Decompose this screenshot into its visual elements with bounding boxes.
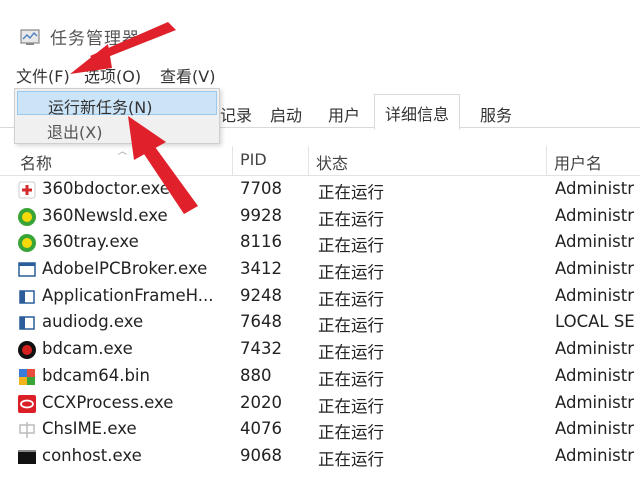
process-status: 正在运行 xyxy=(318,236,384,256)
process-user: Administr xyxy=(555,285,635,305)
360-news-icon xyxy=(18,207,36,226)
process-pid: 7708 xyxy=(240,179,282,198)
process-user: Administr xyxy=(555,339,635,359)
process-status: 正在运行 xyxy=(318,289,384,309)
process-name: ApplicationFrameH... xyxy=(42,285,214,305)
process-pid: 8116 xyxy=(240,232,282,252)
title-bar: 任务管理器 xyxy=(0,0,640,58)
process-name: 360bdoctor.exe xyxy=(42,179,170,198)
process-user: Administr xyxy=(555,232,635,252)
table-row[interactable]: 360Newsld.exe 9928 正在运行 Administr xyxy=(0,203,640,230)
process-name: AdobeIPCBroker.exe xyxy=(42,259,208,279)
process-name: bdcam.exe xyxy=(42,339,133,359)
process-pid: 880 xyxy=(240,365,272,385)
table-row[interactable]: audiodg.exe 7648 正在运行 LOCAL SE xyxy=(0,309,640,336)
bdcam-icon xyxy=(18,341,36,360)
table-row[interactable]: bdcam64.bin 880 正在运行 Administr xyxy=(0,363,640,390)
tab-startup[interactable]: 启动 xyxy=(262,98,310,128)
run-new-task-menu-item[interactable]: 运行新任务(N) xyxy=(17,91,217,117)
table-header: ︿ 名称 PID 状态 用户名 xyxy=(0,146,640,176)
process-status: 正在运行 xyxy=(318,423,384,443)
table-row[interactable]: 360bdoctor.exe 7708 正在运行 Administr xyxy=(0,176,640,203)
conhost-icon xyxy=(18,449,36,464)
process-name: conhost.exe xyxy=(42,445,142,465)
tab-services[interactable]: 服务 xyxy=(472,98,520,128)
column-divider[interactable] xyxy=(308,146,309,176)
table-row[interactable]: ApplicationFrameH... 9248 正在运行 Administr xyxy=(0,283,640,310)
adobe-ipc-icon xyxy=(18,262,36,277)
process-pid: 7648 xyxy=(240,312,282,332)
process-user: LOCAL SE xyxy=(555,312,635,332)
column-divider[interactable] xyxy=(232,146,233,176)
app-frame-icon xyxy=(19,290,35,304)
process-user: Administr xyxy=(555,205,635,225)
audiodg-icon xyxy=(19,316,35,331)
tab-details[interactable]: 详细信息 xyxy=(374,94,461,130)
process-table: ︿ 名称 PID 状态 用户名 360bdoctor.exe 7708 正在运行… xyxy=(0,146,640,470)
file-dropdown-menu: 运行新任务(N) 退出(X) xyxy=(14,88,220,144)
process-name: ChsIME.exe xyxy=(42,419,137,439)
process-name: bdcam64.bin xyxy=(42,365,150,385)
process-pid: 2020 xyxy=(240,392,282,412)
process-status: 正在运行 xyxy=(318,263,384,283)
column-divider[interactable] xyxy=(546,146,547,176)
tab-users[interactable]: 用户 xyxy=(320,98,368,128)
process-pid: 7432 xyxy=(240,339,282,359)
process-name: audiodg.exe xyxy=(42,312,144,332)
column-header-username[interactable]: 用户名 xyxy=(554,150,602,174)
task-manager-icon xyxy=(20,29,40,45)
sort-ascending-icon: ︿ xyxy=(118,147,128,157)
table-row[interactable]: CCXProcess.exe 2020 正在运行 Administr xyxy=(0,390,640,417)
table-row[interactable]: ChsIME.exe 4076 正在运行 Administr xyxy=(0,416,640,443)
menu-options[interactable]: 选项(O) xyxy=(84,63,141,87)
process-user: Administr xyxy=(555,259,635,279)
process-name: CCXProcess.exe xyxy=(42,392,174,412)
process-status: 正在运行 xyxy=(318,209,384,229)
table-row[interactable]: bdcam.exe 7432 正在运行 Administr xyxy=(0,336,640,363)
process-pid: 9248 xyxy=(240,285,282,305)
menu-file[interactable]: 文件(F) xyxy=(16,63,70,87)
chs-ime-icon xyxy=(19,422,35,439)
process-pid: 3412 xyxy=(240,259,282,279)
process-pid: 9928 xyxy=(240,205,282,225)
menu-bar: 文件(F) 选项(O) 查看(V) xyxy=(0,60,640,86)
process-user: Administr xyxy=(555,179,635,198)
process-user: Administr xyxy=(555,365,635,385)
table-row[interactable]: conhost.exe 9068 正在运行 Administr xyxy=(0,443,640,470)
column-header-pid[interactable]: PID xyxy=(240,150,267,169)
process-pid: 4076 xyxy=(240,419,282,439)
column-header-name[interactable]: 名称 xyxy=(20,150,52,174)
menu-view[interactable]: 查看(V) xyxy=(160,63,215,87)
process-user: Administr xyxy=(555,419,635,439)
table-row[interactable]: AdobeIPCBroker.exe 3412 正在运行 Administr xyxy=(0,256,640,283)
window-title: 任务管理器 xyxy=(50,29,140,49)
exit-menu-item[interactable]: 退出(X) xyxy=(17,117,217,142)
process-status: 正在运行 xyxy=(318,316,384,336)
ccx-process-icon xyxy=(18,394,36,413)
table-row[interactable]: 360tray.exe 8116 正在运行 Administr xyxy=(0,229,640,256)
360-tray-icon xyxy=(18,234,36,253)
process-pid: 9068 xyxy=(240,445,282,465)
column-header-status[interactable]: 状态 xyxy=(316,150,348,174)
360-doctor-icon xyxy=(18,181,36,199)
process-status: 正在运行 xyxy=(318,343,384,363)
bdcam64-icon xyxy=(19,368,35,385)
process-name: 360tray.exe xyxy=(42,232,139,252)
process-status: 正在运行 xyxy=(318,369,384,389)
process-status: 正在运行 xyxy=(318,396,384,416)
process-status: 正在运行 xyxy=(318,449,384,469)
process-user: Administr xyxy=(555,445,635,465)
process-status: 正在运行 xyxy=(318,183,384,202)
process-user: Administr xyxy=(555,392,635,412)
process-name: 360Newsld.exe xyxy=(42,205,168,225)
